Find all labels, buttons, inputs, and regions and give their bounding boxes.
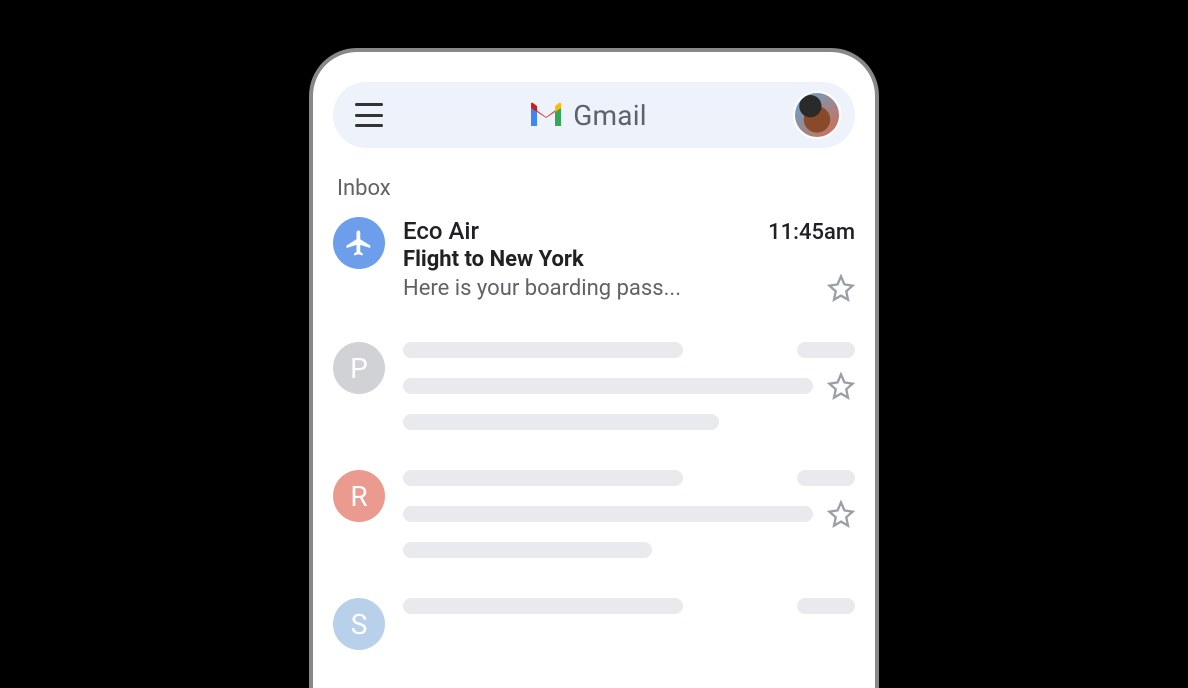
placeholder-time — [797, 342, 855, 358]
sender-avatar: P — [333, 342, 385, 394]
email-subject: Flight to New York — [403, 247, 855, 272]
menu-icon[interactable] — [355, 103, 383, 127]
placeholder-time — [797, 598, 855, 614]
email-time: 11:45am — [768, 220, 855, 245]
brand: Gmail — [397, 99, 779, 132]
placeholder-line — [403, 598, 683, 614]
placeholder-line — [403, 470, 683, 486]
placeholder-line — [403, 378, 813, 394]
brand-label: Gmail — [573, 99, 646, 132]
email-row-placeholder[interactable]: S — [333, 598, 855, 650]
placeholder-line — [403, 342, 683, 358]
placeholder-line — [403, 414, 719, 430]
star-icon[interactable] — [827, 372, 855, 400]
star-icon[interactable] — [827, 274, 855, 302]
sender-avatar: S — [333, 598, 385, 650]
gmail-logo-icon — [529, 102, 563, 128]
email-row[interactable]: Eco Air 11:45am Flight to New York Here … — [333, 217, 855, 302]
sender-initial: S — [351, 608, 368, 641]
airplane-icon — [344, 228, 374, 258]
sender-avatar — [333, 217, 385, 269]
star-icon[interactable] — [827, 500, 855, 528]
phone-frame: Gmail Inbox Eco Air 11:45am Flight to Ne… — [309, 48, 879, 688]
account-avatar[interactable] — [793, 91, 841, 139]
email-snippet: Here is your boarding pass... — [403, 276, 681, 301]
email-row-placeholder[interactable]: P — [333, 342, 855, 430]
placeholder-time — [797, 470, 855, 486]
sender-name: Eco Air — [403, 217, 479, 245]
inbox-label: Inbox — [337, 176, 855, 201]
sender-avatar: R — [333, 470, 385, 522]
sender-initial: P — [350, 352, 368, 385]
placeholder-line — [403, 542, 652, 558]
search-bar[interactable]: Gmail — [333, 82, 855, 148]
email-content: Eco Air 11:45am Flight to New York Here … — [403, 217, 855, 302]
placeholder-line — [403, 506, 813, 522]
email-row-placeholder[interactable]: R — [333, 470, 855, 558]
sender-initial: R — [350, 480, 367, 513]
